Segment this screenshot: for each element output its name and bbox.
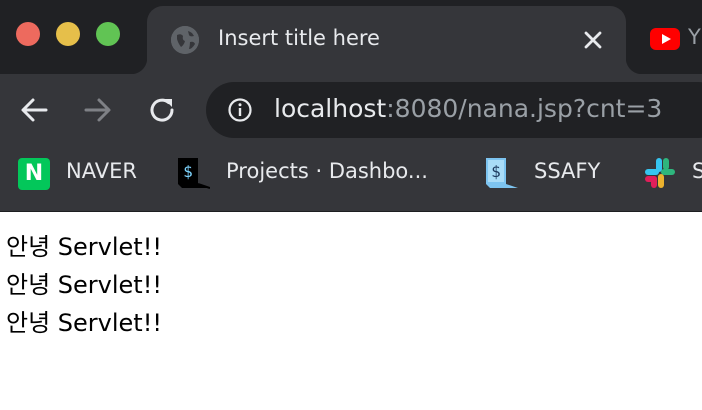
youtube-icon bbox=[650, 28, 680, 50]
tab-title: Y bbox=[688, 25, 701, 49]
url-host: localhost bbox=[274, 94, 387, 123]
tab-youtube[interactable]: Y bbox=[648, 6, 702, 74]
window-close-button[interactable] bbox=[16, 22, 40, 46]
tab-active[interactable]: Insert title here bbox=[131, 6, 642, 74]
info-icon[interactable] bbox=[228, 98, 252, 122]
servlet-output-line: 안녕 Servlet!! bbox=[6, 233, 162, 261]
bookmark-naver[interactable]: NAVER bbox=[0, 156, 150, 192]
bookmark-label: NAVER bbox=[66, 159, 137, 183]
back-button[interactable] bbox=[16, 92, 52, 128]
reload-icon bbox=[150, 98, 174, 122]
url-path: :8080/nana.jsp?cnt=3 bbox=[386, 94, 663, 123]
bookmark-ssafy[interactable]: SSAFY bbox=[478, 156, 618, 192]
bookmark-label: Projects · Dashbo... bbox=[226, 159, 428, 183]
page-content: 안녕 Servlet!! 안녕 Servlet!! 안녕 Servlet!! bbox=[6, 228, 162, 342]
arrow-left-icon bbox=[21, 98, 48, 122]
servlet-output-line: 안녕 Servlet!! bbox=[6, 271, 162, 299]
address-bar[interactable]: localhost:8080/nana.jsp?cnt=3 bbox=[206, 82, 702, 138]
window-minimize-button[interactable] bbox=[56, 22, 80, 46]
bookmark-projects[interactable]: Projects · Dashbo... bbox=[170, 156, 460, 192]
browser-chrome: Insert title here Y localhost:8080/nana.… bbox=[0, 0, 702, 212]
globe-icon bbox=[171, 26, 199, 54]
tab-strip: Insert title here Y bbox=[0, 0, 702, 74]
close-icon[interactable] bbox=[581, 28, 605, 52]
bookmark-label: SSAFY bbox=[534, 159, 601, 183]
bookmark-slack[interactable]: S bbox=[636, 156, 702, 192]
reload-button[interactable] bbox=[144, 92, 180, 128]
window-zoom-button[interactable] bbox=[96, 22, 120, 46]
bookmark-label: S bbox=[692, 159, 702, 183]
servlet-output-line: 안녕 Servlet!! bbox=[6, 309, 162, 337]
arrow-right-icon bbox=[84, 98, 111, 122]
tab-title: Insert title here bbox=[218, 26, 380, 50]
forward-button[interactable] bbox=[80, 92, 116, 128]
url-text[interactable]: localhost:8080/nana.jsp?cnt=3 bbox=[274, 94, 662, 123]
